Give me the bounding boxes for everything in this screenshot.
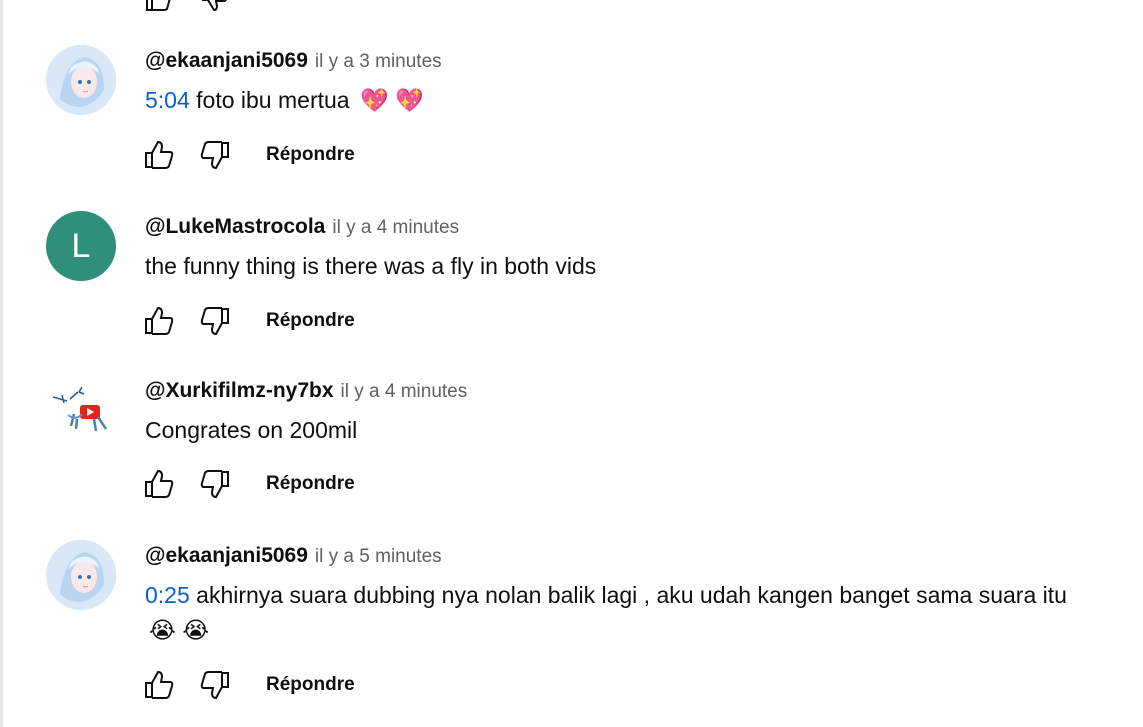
comment-header: @Xurkifilmz-ny7bx il y a 4 minutes <box>145 379 1103 409</box>
comment-author[interactable]: @ekaanjani5069 <box>145 49 308 73</box>
sparkling-heart-emoji: 💖 💖 <box>359 87 424 113</box>
thumbs-down-icon <box>200 470 229 499</box>
comment-author[interactable]: @ekaanjani5069 <box>145 544 308 568</box>
crying-face-emoji: 😭 😭 <box>149 617 210 643</box>
comment-body: @ekaanjani5069 il y a 3 minutes 5:04 fot… <box>145 49 1103 118</box>
comment-time[interactable]: il y a 3 minutes <box>315 51 442 73</box>
comment-text: 5:04 foto ibu mertua 💖 💖 <box>145 83 1103 118</box>
thumbs-up-icon <box>145 140 174 169</box>
comment-header: @LukeMastrocola il y a 4 minutes <box>145 215 1103 245</box>
previous-comment-actions <box>142 0 230 12</box>
comment-author[interactable]: @LukeMastrocola <box>145 215 325 239</box>
comment-body: @ekaanjani5069 il y a 5 minutes 0:25 akh… <box>145 544 1103 648</box>
comment-body: @LukeMastrocola il y a 4 minutes the fun… <box>145 215 1103 284</box>
thumbs-up-icon[interactable] <box>142 0 174 11</box>
dislike-button[interactable] <box>198 668 232 702</box>
like-button[interactable] <box>142 304 176 338</box>
comment-author[interactable]: @Xurkifilmz-ny7bx <box>145 379 334 403</box>
thumbs-down-icon <box>200 141 229 170</box>
comment-actions: Répondre <box>142 466 355 502</box>
comment-body: @Xurkifilmz-ny7bx il y a 4 minutes Congr… <box>145 379 1103 448</box>
thumbs-up-icon <box>145 670 174 699</box>
reply-button[interactable]: Répondre <box>266 674 355 696</box>
comment-message: akhirnya suara dubbing nya nolan balik l… <box>196 582 1067 608</box>
reply-button[interactable]: Répondre <box>266 144 355 166</box>
like-button[interactable] <box>142 668 176 702</box>
comment-header: @ekaanjani5069 il y a 3 minutes <box>145 49 1103 79</box>
avatar-letter: L <box>71 226 91 265</box>
reply-button[interactable]: Répondre <box>266 310 355 332</box>
comment-text: Congrates on 200mil <box>145 413 1103 448</box>
comment-text: the funny thing is there was a fly in bo… <box>145 249 1103 284</box>
timestamp-link[interactable]: 5:04 <box>145 87 190 113</box>
thumbs-up-icon <box>145 469 174 498</box>
avatar[interactable] <box>46 375 116 445</box>
comment-message: Congrates on 200mil <box>145 417 358 443</box>
comment-actions: Répondre <box>142 137 355 173</box>
avatar[interactable] <box>46 45 116 115</box>
comment-time[interactable]: il y a 5 minutes <box>315 546 442 568</box>
comments-page: @ekaanjani5069 il y a 3 minutes 5:04 fot… <box>0 0 1143 727</box>
avatar[interactable] <box>46 540 116 610</box>
comment-time[interactable]: il y a 4 minutes <box>341 381 468 403</box>
thumbs-down-icon <box>200 307 229 336</box>
avatar[interactable]: L <box>46 211 116 281</box>
timestamp-link[interactable]: 0:25 <box>145 582 190 608</box>
dislike-button[interactable] <box>198 304 232 338</box>
comment-actions: Répondre <box>142 667 355 703</box>
comment-time[interactable]: il y a 4 minutes <box>332 217 459 239</box>
thumbs-down-icon[interactable] <box>198 0 230 12</box>
dislike-button[interactable] <box>198 467 232 501</box>
thumbs-down-icon <box>200 671 229 700</box>
reply-button[interactable]: Répondre <box>266 473 355 495</box>
comment-actions: Répondre <box>142 303 355 339</box>
comment-header: @ekaanjani5069 il y a 5 minutes <box>145 544 1103 574</box>
dislike-button[interactable] <box>198 138 232 172</box>
like-button[interactable] <box>142 467 176 501</box>
thumbs-up-icon <box>145 306 174 335</box>
comment-text: 0:25 akhirnya suara dubbing nya nolan ba… <box>145 578 1103 648</box>
comment-message: the funny thing is there was a fly in bo… <box>145 253 597 279</box>
like-button[interactable] <box>142 138 176 172</box>
comment-message: foto ibu mertua <box>196 87 350 113</box>
left-edge-divider <box>0 0 3 727</box>
